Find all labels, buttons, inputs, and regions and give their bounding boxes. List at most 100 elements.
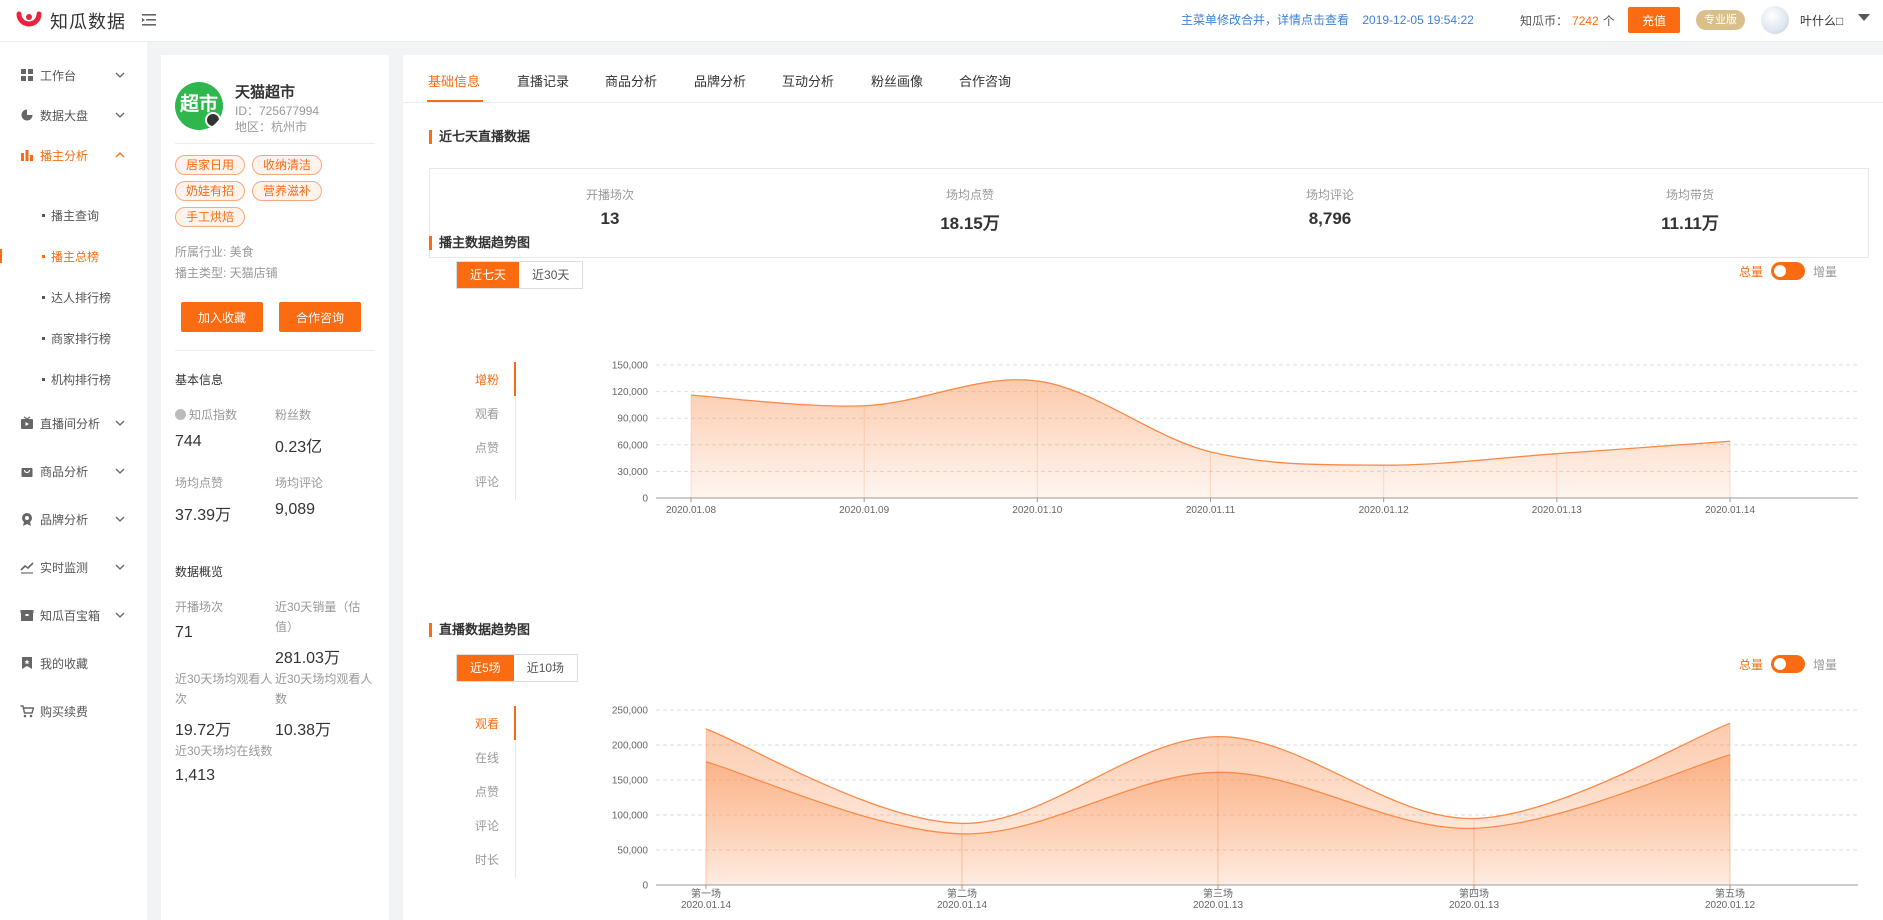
- x-tick-sublabel: 2020.01.13: [1449, 900, 1499, 911]
- sidebar-item-brand-analysis[interactable]: 品牌分析: [0, 507, 147, 531]
- sidebar-item-workbench[interactable]: 工作台: [0, 63, 147, 87]
- x-tick-sublabel: 2020.01.13: [1193, 900, 1243, 911]
- notice-text[interactable]: 主菜单修改合并，详情点击查看: [1181, 13, 1349, 27]
- index-label: 知瓜指数: [175, 405, 237, 425]
- user-dropdown-caret-icon[interactable]: [1858, 14, 1870, 21]
- metric-fans-gain[interactable]: 增粉: [475, 371, 499, 388]
- tab-basic-info[interactable]: 基础信息: [428, 71, 480, 90]
- sidebar-item-favorites[interactable]: 我的收藏: [0, 651, 147, 675]
- y-tick-label: 200,000: [612, 741, 649, 752]
- sidebar-item-label: 数据大盘: [40, 108, 89, 123]
- summary-label: 场均带货: [1665, 188, 1714, 202]
- recharge-button[interactable]: 充值: [1628, 7, 1680, 33]
- subitem-label: 达人排行榜: [51, 290, 112, 305]
- sidebar: 工作台 数据大盘 播主分析 播主查询 播主总榜 达人排行榜 商家排行榜 机构排行…: [0, 42, 147, 920]
- coins-balance: 知瓜币： 7242 个: [1520, 12, 1615, 29]
- tab-interaction-analysis[interactable]: 互动分析: [782, 71, 834, 90]
- store-region: 地区：杭州市: [235, 120, 308, 134]
- category-tag[interactable]: 奶娃有招: [175, 181, 246, 201]
- metric-likes[interactable]: 点赞: [475, 783, 499, 800]
- username[interactable]: 叶什么□: [1800, 12, 1843, 29]
- y-tick-label: 150,000: [612, 776, 649, 787]
- bullet-icon: [42, 377, 45, 381]
- category-tag[interactable]: 收纳清洁: [252, 155, 323, 175]
- chevron-down-icon: [115, 516, 125, 522]
- sidebar-subitem-streamer-ranking[interactable]: 播主总榜: [0, 245, 147, 267]
- grid-icon: [21, 69, 33, 81]
- notice-link[interactable]: 主菜单修改合并，详情点击查看 2019-12-05 19:54:22: [1181, 11, 1484, 28]
- y-tick-label: 50,000: [617, 846, 648, 857]
- category-tag[interactable]: 营养滋补: [252, 181, 323, 201]
- sidebar-item-product-analysis[interactable]: 商品分析: [0, 459, 147, 483]
- info-icon[interactable]: [175, 409, 186, 420]
- sidebar-item-toolbox[interactable]: 知瓜百宝箱: [0, 603, 147, 627]
- sidebar-item-streamer-analysis[interactable]: 播主分析: [0, 143, 147, 167]
- metric-likes[interactable]: 点赞: [475, 439, 499, 456]
- x-tick-label: 第五场: [1715, 887, 1745, 900]
- x-tick-sublabel: 2020.01.14: [937, 900, 987, 911]
- chevron-down-icon: [115, 468, 125, 474]
- sidebar-item-live-room-analysis[interactable]: 直播间分析: [0, 411, 147, 435]
- metric-views[interactable]: 观看: [475, 715, 499, 732]
- sidebar-subitem-agency-ranking[interactable]: 机构排行榜: [0, 368, 147, 390]
- total-increment-switch[interactable]: [1771, 655, 1806, 673]
- metric-comments[interactable]: 评论: [475, 473, 499, 490]
- range-10-sessions-button[interactable]: 近10场: [513, 655, 578, 681]
- tab-product-analysis[interactable]: 商品分析: [605, 71, 657, 90]
- streamer-type-label: 播主类型: 天猫店铺: [175, 266, 278, 280]
- add-favorite-button[interactable]: 加入收藏: [181, 302, 263, 332]
- metric-online[interactable]: 在线: [475, 749, 499, 766]
- active-tab-indicator: [427, 100, 483, 102]
- x-tick-label: 第一场: [691, 887, 721, 900]
- avatar[interactable]: [1761, 6, 1789, 34]
- tab-live-records[interactable]: 直播记录: [517, 71, 569, 90]
- total-increment-switch[interactable]: [1771, 262, 1806, 280]
- avg-likes-value: 37.39万: [175, 507, 232, 524]
- category-tag[interactable]: 手工烘焙: [175, 207, 246, 227]
- switch-knob: [1774, 265, 1787, 277]
- store-logo: 超市: [175, 82, 223, 130]
- tv-icon: [21, 416, 33, 429]
- logo[interactable]: 知瓜数据: [16, 8, 126, 34]
- sidebar-item-realtime-monitor[interactable]: 实时监测: [0, 555, 147, 579]
- sidebar-item-purchase[interactable]: 购买续费: [0, 699, 147, 723]
- logo-icon: [16, 11, 42, 27]
- menu-collapse-icon[interactable]: [140, 11, 158, 29]
- range-30d-button[interactable]: 近30天: [519, 262, 583, 288]
- bullet-icon: [42, 213, 45, 217]
- x-tick-label: 2020.01.09: [839, 505, 889, 516]
- tab-cooperation[interactable]: 合作咨询: [959, 71, 1011, 90]
- tab-brand-analysis[interactable]: 品牌分析: [694, 71, 746, 90]
- sidebar-item-label: 直播间分析: [40, 416, 101, 431]
- range-7d-button[interactable]: 近七天: [457, 262, 520, 288]
- summary-label: 开播场次: [585, 188, 634, 202]
- cart-icon: [20, 705, 34, 718]
- sidebar-subitem-merchant-ranking[interactable]: 商家排行榜: [0, 327, 147, 349]
- category-tag[interactable]: 居家日用: [175, 155, 246, 175]
- line-chart-icon: [20, 562, 34, 574]
- y-tick-label: 30,000: [617, 467, 648, 478]
- summary-value: 13: [600, 209, 620, 228]
- bullet-icon: [42, 295, 45, 299]
- avg-views-value: 19.72万: [175, 722, 232, 739]
- x-tick-label: 2020.01.10: [1012, 505, 1062, 516]
- sidebar-item-dashboard[interactable]: 数据大盘: [0, 103, 147, 127]
- tab-fan-profile[interactable]: 粉丝画像: [871, 71, 923, 90]
- x-tick-label: 第三场: [1203, 887, 1233, 900]
- y-tick-label: 100,000: [612, 811, 649, 822]
- range-5-sessions-button[interactable]: 近5场: [457, 655, 514, 681]
- x-tick-sublabel: 2020.01.14: [681, 900, 731, 911]
- y-tick-label: 120,000: [612, 387, 649, 398]
- coins-value: 7242: [1572, 14, 1599, 28]
- metric-duration[interactable]: 时长: [475, 851, 499, 868]
- sidebar-subitem-influencer-ranking[interactable]: 达人排行榜: [0, 286, 147, 308]
- y-tick-label: 250,000: [612, 706, 649, 717]
- basic-info-title: 基本信息: [175, 373, 224, 387]
- metric-comments[interactable]: 评论: [475, 817, 499, 834]
- x-tick-label: 2020.01.11: [1186, 505, 1236, 516]
- contact-button[interactable]: 合作咨询: [279, 302, 361, 332]
- sidebar-subitem-streamer-search[interactable]: 播主查询: [0, 204, 147, 226]
- notice-datetime: 2019-12-05 19:54:22: [1362, 13, 1474, 27]
- sidebar-item-label: 我的收藏: [40, 656, 89, 671]
- metric-views[interactable]: 观看: [475, 405, 499, 422]
